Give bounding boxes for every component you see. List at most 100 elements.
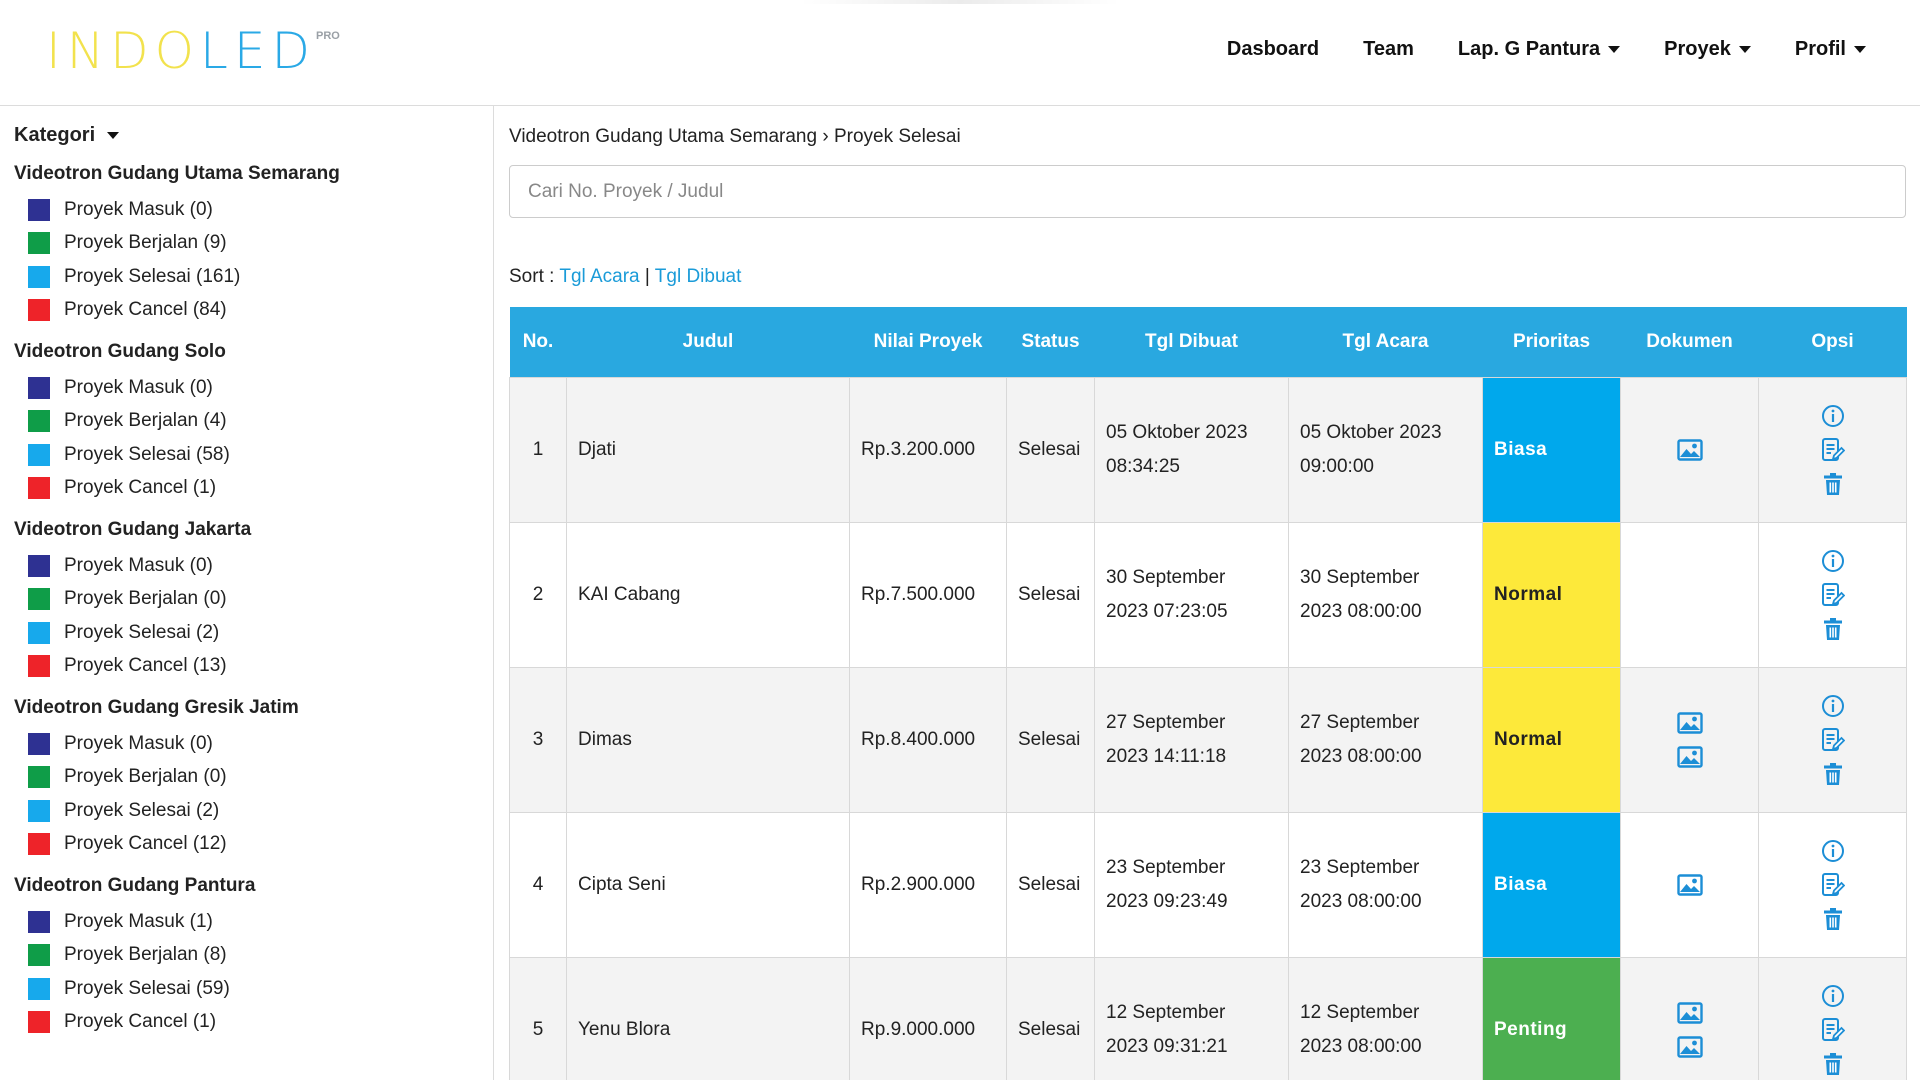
category-item-label: Proyek Selesai (161) [64, 265, 241, 287]
nav-label: Dasboard [1226, 38, 1320, 60]
category-item[interactable]: Proyek Cancel (84) [14, 294, 493, 328]
row-actions [1759, 984, 1906, 1076]
search-input[interactable] [509, 165, 1906, 218]
edit-icon[interactable] [1821, 872, 1845, 898]
color-swatch [28, 265, 50, 288]
sort-bar: Sort : Tgl Acara | Tgl Dibuat [509, 266, 741, 288]
nav-dasboard[interactable]: Dasboard [1227, 38, 1319, 61]
color-swatch [28, 198, 50, 221]
category-item[interactable]: Proyek Selesai (58) [14, 438, 493, 472]
image-icon[interactable] [1676, 873, 1703, 896]
edit-icon[interactable] [1821, 1017, 1845, 1043]
table-row[interactable]: 4 Cipta Seni Rp.2.900.000 Selesai 23 Septemb… [509, 811, 1907, 958]
nav-label: Profil [1794, 38, 1846, 60]
category-item[interactable]: Proyek Cancel (1) [14, 1006, 493, 1040]
kategori-toggle[interactable]: Kategori [14, 124, 493, 147]
image-icon[interactable] [1676, 1035, 1703, 1058]
cell-prioritas: Normal [1482, 521, 1621, 668]
image-icon[interactable] [1676, 438, 1703, 461]
category-item[interactable]: Proyek Masuk (0) [14, 727, 493, 761]
edit-icon[interactable] [1821, 727, 1845, 753]
cell-judul: Djati [566, 376, 850, 523]
category-item[interactable]: Proyek Selesai (2) [14, 616, 493, 650]
trash-icon[interactable] [1822, 1052, 1844, 1076]
col-tgl-acara[interactable]: Tgl Acara [1288, 307, 1483, 377]
col-opsi[interactable]: Opsi [1758, 307, 1907, 377]
date-line: 30 September [1300, 566, 1420, 588]
nav-team[interactable]: Team [1363, 38, 1414, 61]
table-row[interactable]: 2 KAI Cabang Rp.7.500.000 Selesai 30 Septemb… [509, 521, 1907, 668]
color-swatch [28, 588, 50, 611]
category-item-label: Proyek Cancel (1) [64, 1011, 217, 1033]
nav-label: Team [1363, 38, 1414, 60]
cell-tgl-acara: 30 September 2023 08:00:00 [1288, 521, 1483, 668]
row-actions [1759, 404, 1906, 496]
table-row[interactable]: 5 Yenu Blora Rp.9.000.000 Selesai 12 Septemb… [509, 956, 1907, 1080]
edit-icon[interactable] [1821, 582, 1845, 608]
trash-icon[interactable] [1822, 617, 1844, 641]
category-item[interactable]: Proyek Selesai (59) [14, 972, 493, 1006]
category-item[interactable]: Proyek Cancel (1) [14, 472, 493, 506]
cell-dokumen [1620, 666, 1759, 813]
category-item[interactable]: Proyek Masuk (0) [14, 371, 493, 405]
nav-profil[interactable]: Profil [1795, 38, 1866, 61]
info-icon[interactable] [1821, 404, 1845, 428]
image-icon[interactable] [1676, 1001, 1703, 1024]
col-status[interactable]: Status [1006, 307, 1095, 377]
caret-down-icon [1854, 46, 1866, 53]
info-icon[interactable] [1821, 549, 1845, 573]
col-nilai-proyek[interactable]: Nilai Proyek [849, 307, 1007, 377]
main-nav: Dasboard Team Lap. G Pantura Proyek Profil [1227, 38, 1866, 61]
trash-icon[interactable] [1822, 472, 1844, 496]
category-item[interactable]: Proyek Berjalan (4) [14, 405, 493, 439]
sort-tgl-acara-link[interactable]: Tgl Acara [559, 266, 639, 287]
category-item[interactable]: Proyek Masuk (0) [14, 549, 493, 583]
col-tgl-dibuat[interactable]: Tgl Dibuat [1094, 307, 1289, 377]
category-item-label: Proyek Selesai (2) [64, 621, 220, 643]
col-no[interactable]: No. [509, 307, 567, 377]
category-item[interactable]: Proyek Selesai (2) [14, 794, 493, 828]
category-item[interactable]: Proyek Berjalan (0) [14, 583, 493, 617]
category-item[interactable]: Proyek Berjalan (0) [14, 761, 493, 795]
info-icon[interactable] [1821, 839, 1845, 863]
cell-no: 2 [509, 521, 567, 668]
info-icon[interactable] [1821, 694, 1845, 718]
trash-icon[interactable] [1822, 762, 1844, 786]
category-item[interactable]: Proyek Berjalan (9) [14, 227, 493, 261]
category-item[interactable]: Proyek Cancel (12) [14, 828, 493, 862]
image-icon[interactable] [1676, 745, 1703, 768]
date-line: 23 September [1300, 856, 1420, 878]
nav-proyek[interactable]: Proyek [1664, 38, 1751, 61]
cell-judul: Yenu Blora [566, 956, 850, 1080]
info-icon[interactable] [1821, 984, 1845, 1008]
time-line: 2023 08:00:00 [1300, 745, 1422, 767]
category-item[interactable]: Proyek Masuk (1) [14, 905, 493, 939]
category-item-label: Proyek Berjalan (4) [64, 410, 227, 432]
category-group: Videotron Gudang Jakarta Proyek Masuk (0)… [14, 519, 493, 683]
color-swatch [28, 910, 50, 933]
time-line: 2023 09:23:49 [1106, 890, 1228, 912]
category-group-title: Videotron Gudang Jakarta [14, 519, 252, 540]
logo[interactable]: INDOLED PRO [46, 26, 346, 76]
image-icon[interactable] [1676, 711, 1703, 734]
table-row[interactable]: 1 Djati Rp.3.200.000 Selesai 05 Oktober 2023… [509, 376, 1907, 523]
category-item[interactable]: Proyek Masuk (0) [14, 193, 493, 227]
project-table: No. Judul Nilai Proyek Status Tgl Dibuat… [509, 307, 1907, 1080]
nav-lap-g-pantura[interactable]: Lap. G Pantura [1458, 38, 1621, 61]
category-item[interactable]: Proyek Selesai (161) [14, 260, 493, 294]
edit-icon[interactable] [1821, 437, 1845, 463]
category-item[interactable]: Proyek Berjalan (8) [14, 939, 493, 973]
col-judul[interactable]: Judul [566, 307, 850, 377]
sort-tgl-dibuat-link[interactable]: Tgl Dibuat [655, 266, 742, 287]
category-item-label: Proyek Selesai (58) [64, 443, 230, 465]
category-group: Videotron Gudang Pantura Proyek Masuk (1)… [14, 875, 493, 1039]
category-group: Videotron Gudang Utama Semarang Proyek Ma… [14, 163, 493, 327]
category-item-label: Proyek Masuk (0) [64, 198, 213, 220]
category-item[interactable]: Proyek Cancel (13) [14, 650, 493, 684]
color-swatch [28, 299, 50, 322]
trash-icon[interactable] [1822, 907, 1844, 931]
col-prioritas[interactable]: Prioritas [1482, 307, 1621, 377]
table-row[interactable]: 3 Dimas Rp.8.400.000 Selesai 27 September 202… [509, 666, 1907, 813]
cell-opsi [1758, 376, 1907, 523]
col-dokumen[interactable]: Dokumen [1620, 307, 1759, 377]
